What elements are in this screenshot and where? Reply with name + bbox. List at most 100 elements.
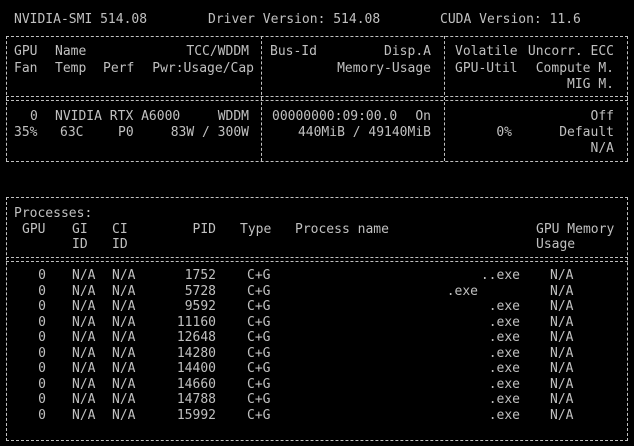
- proc-header-gi-id: ID: [72, 237, 88, 252]
- proc-row-ci: N/A: [112, 361, 136, 376]
- gpu-ecc: Off: [590, 109, 614, 124]
- proc-row-memory: N/A: [550, 283, 574, 299]
- proc-row-pid: 9592: [184, 299, 216, 314]
- proc-row-ci: N/A: [112, 299, 136, 314]
- gpu-name: NVIDIA RTX A6000: [55, 109, 181, 124]
- header-disp-a: Disp.A: [384, 44, 431, 59]
- proc-row-memory: N/A: [550, 392, 574, 407]
- header-pwr-usage-cap: Pwr:Usage/Cap: [152, 61, 254, 76]
- header-fan: Fan: [14, 61, 38, 76]
- proc-row-name: .exe: [488, 361, 520, 376]
- processes-bottom-border: [6, 440, 628, 441]
- proc-row-name: ..exe: [480, 268, 520, 283]
- proc-row-name: .exe: [488, 314, 520, 330]
- proc-row-gpu: 0: [38, 345, 46, 361]
- header-tcc-wddm: TCC/WDDM: [186, 44, 249, 59]
- gpu-index: 0: [30, 109, 38, 124]
- proc-row-type: C+G: [247, 376, 271, 392]
- proc-row-name: .exe: [488, 345, 520, 361]
- processes-top-border: [6, 197, 628, 198]
- proc-row-gi: N/A: [72, 283, 96, 299]
- proc-row-pid: 14400: [176, 361, 216, 376]
- proc-header-gpu-memory: GPU Memory: [536, 222, 615, 237]
- proc-row-pid: 14660: [176, 376, 216, 392]
- processes-right-border: [627, 197, 628, 441]
- proc-row-gpu: 0: [38, 268, 46, 283]
- gpu-perf: P0: [118, 125, 134, 140]
- proc-row-gpu: 0: [38, 361, 46, 376]
- proc-row-memory: N/A: [550, 314, 574, 330]
- proc-row-ci: N/A: [112, 407, 136, 423]
- proc-header-process-name: Process name: [295, 222, 389, 237]
- gpu-util: 0%: [496, 125, 512, 140]
- proc-row-gpu: 0: [38, 314, 46, 330]
- header-volatile: Volatile: [455, 44, 518, 59]
- proc-header-usage: Usage: [536, 237, 576, 252]
- proc-row-gi: N/A: [72, 392, 96, 407]
- proc-row-gi: N/A: [72, 376, 96, 392]
- gpu-memory: 440MiB / 49140MiB: [297, 125, 431, 140]
- proc-row-type: C+G: [247, 314, 271, 330]
- proc-row-pid: 1752: [184, 268, 216, 283]
- proc-row-type: C+G: [247, 299, 271, 314]
- proc-row-pid: 11160: [176, 314, 216, 330]
- header-compute-m: Compute M.: [535, 61, 614, 76]
- gpu-temp: 63C: [60, 125, 84, 140]
- proc-row-gi: N/A: [72, 345, 96, 361]
- proc-row-type: C+G: [247, 283, 271, 299]
- proc-row-gpu: 0: [38, 407, 46, 423]
- proc-row-type: C+G: [247, 330, 271, 345]
- proc-row-name: .exe: [488, 407, 520, 423]
- header-name: Name: [55, 44, 87, 59]
- proc-row-ci: N/A: [112, 314, 136, 330]
- header-perf: Perf: [103, 61, 135, 76]
- proc-header-type: Type: [240, 222, 272, 237]
- smi-version: NVIDIA-SMI 514.08: [14, 12, 148, 27]
- proc-row-type: C+G: [247, 407, 271, 423]
- gpu-fan: 35%: [14, 125, 38, 140]
- header-gpu-util: GPU-Util: [455, 61, 518, 76]
- proc-row-type: C+G: [247, 392, 271, 407]
- proc-row-pid: 14788: [176, 392, 216, 407]
- proc-row-gi: N/A: [72, 268, 96, 283]
- proc-row-memory: N/A: [550, 268, 574, 283]
- header-memory-usage: Memory-Usage: [337, 61, 431, 76]
- table-separator-1: [261, 36, 262, 161]
- proc-row-name: .exe: [488, 376, 520, 392]
- proc-row-gpu: 0: [38, 392, 46, 407]
- proc-row-gpu: 0: [38, 283, 46, 299]
- proc-row-gi: N/A: [72, 330, 96, 345]
- proc-row-gpu: 0: [38, 330, 46, 345]
- proc-header-ci: CI: [112, 222, 128, 237]
- proc-row-memory: N/A: [550, 345, 574, 361]
- gpu-bus-id: 00000000:09:00.0: [272, 109, 398, 124]
- proc-row-type: C+G: [247, 361, 271, 376]
- terminal-window[interactable]: NVIDIA-SMI 514.08 Driver Version: 514.08…: [0, 0, 634, 446]
- proc-row-gi: N/A: [72, 314, 96, 330]
- proc-row-name: .exe: [488, 392, 520, 407]
- table-separator-2: [444, 36, 445, 161]
- proc-row-memory: N/A: [550, 330, 574, 345]
- gpu-mode: WDDM: [217, 109, 249, 124]
- proc-row-ci: N/A: [112, 283, 136, 299]
- proc-row-ci: N/A: [112, 376, 136, 392]
- gpu-disp-a: On: [415, 109, 431, 124]
- proc-header-ci-id: ID: [112, 237, 128, 252]
- proc-row-gi: N/A: [72, 361, 96, 376]
- proc-row-memory: N/A: [550, 361, 574, 376]
- proc-row-memory: N/A: [550, 299, 574, 314]
- proc-row-ci: N/A: [112, 345, 136, 361]
- proc-row-gpu: 0: [38, 299, 46, 314]
- proc-row-gi: N/A: [72, 407, 96, 423]
- proc-row-type: C+G: [247, 268, 271, 283]
- proc-row-memory: N/A: [550, 376, 574, 392]
- header-bus-id: Bus-Id: [270, 44, 317, 59]
- proc-row-name: .exe: [488, 299, 520, 314]
- header-uncorr-ecc: Uncorr. ECC: [527, 44, 614, 59]
- proc-row-ci: N/A: [112, 392, 136, 407]
- proc-row-name: .exe: [488, 330, 520, 345]
- proc-row-pid: 12648: [176, 330, 216, 345]
- processes-left-border: [6, 197, 7, 441]
- processes-header-separator: [6, 257, 628, 262]
- gpu-compute-mode: Default: [559, 125, 614, 140]
